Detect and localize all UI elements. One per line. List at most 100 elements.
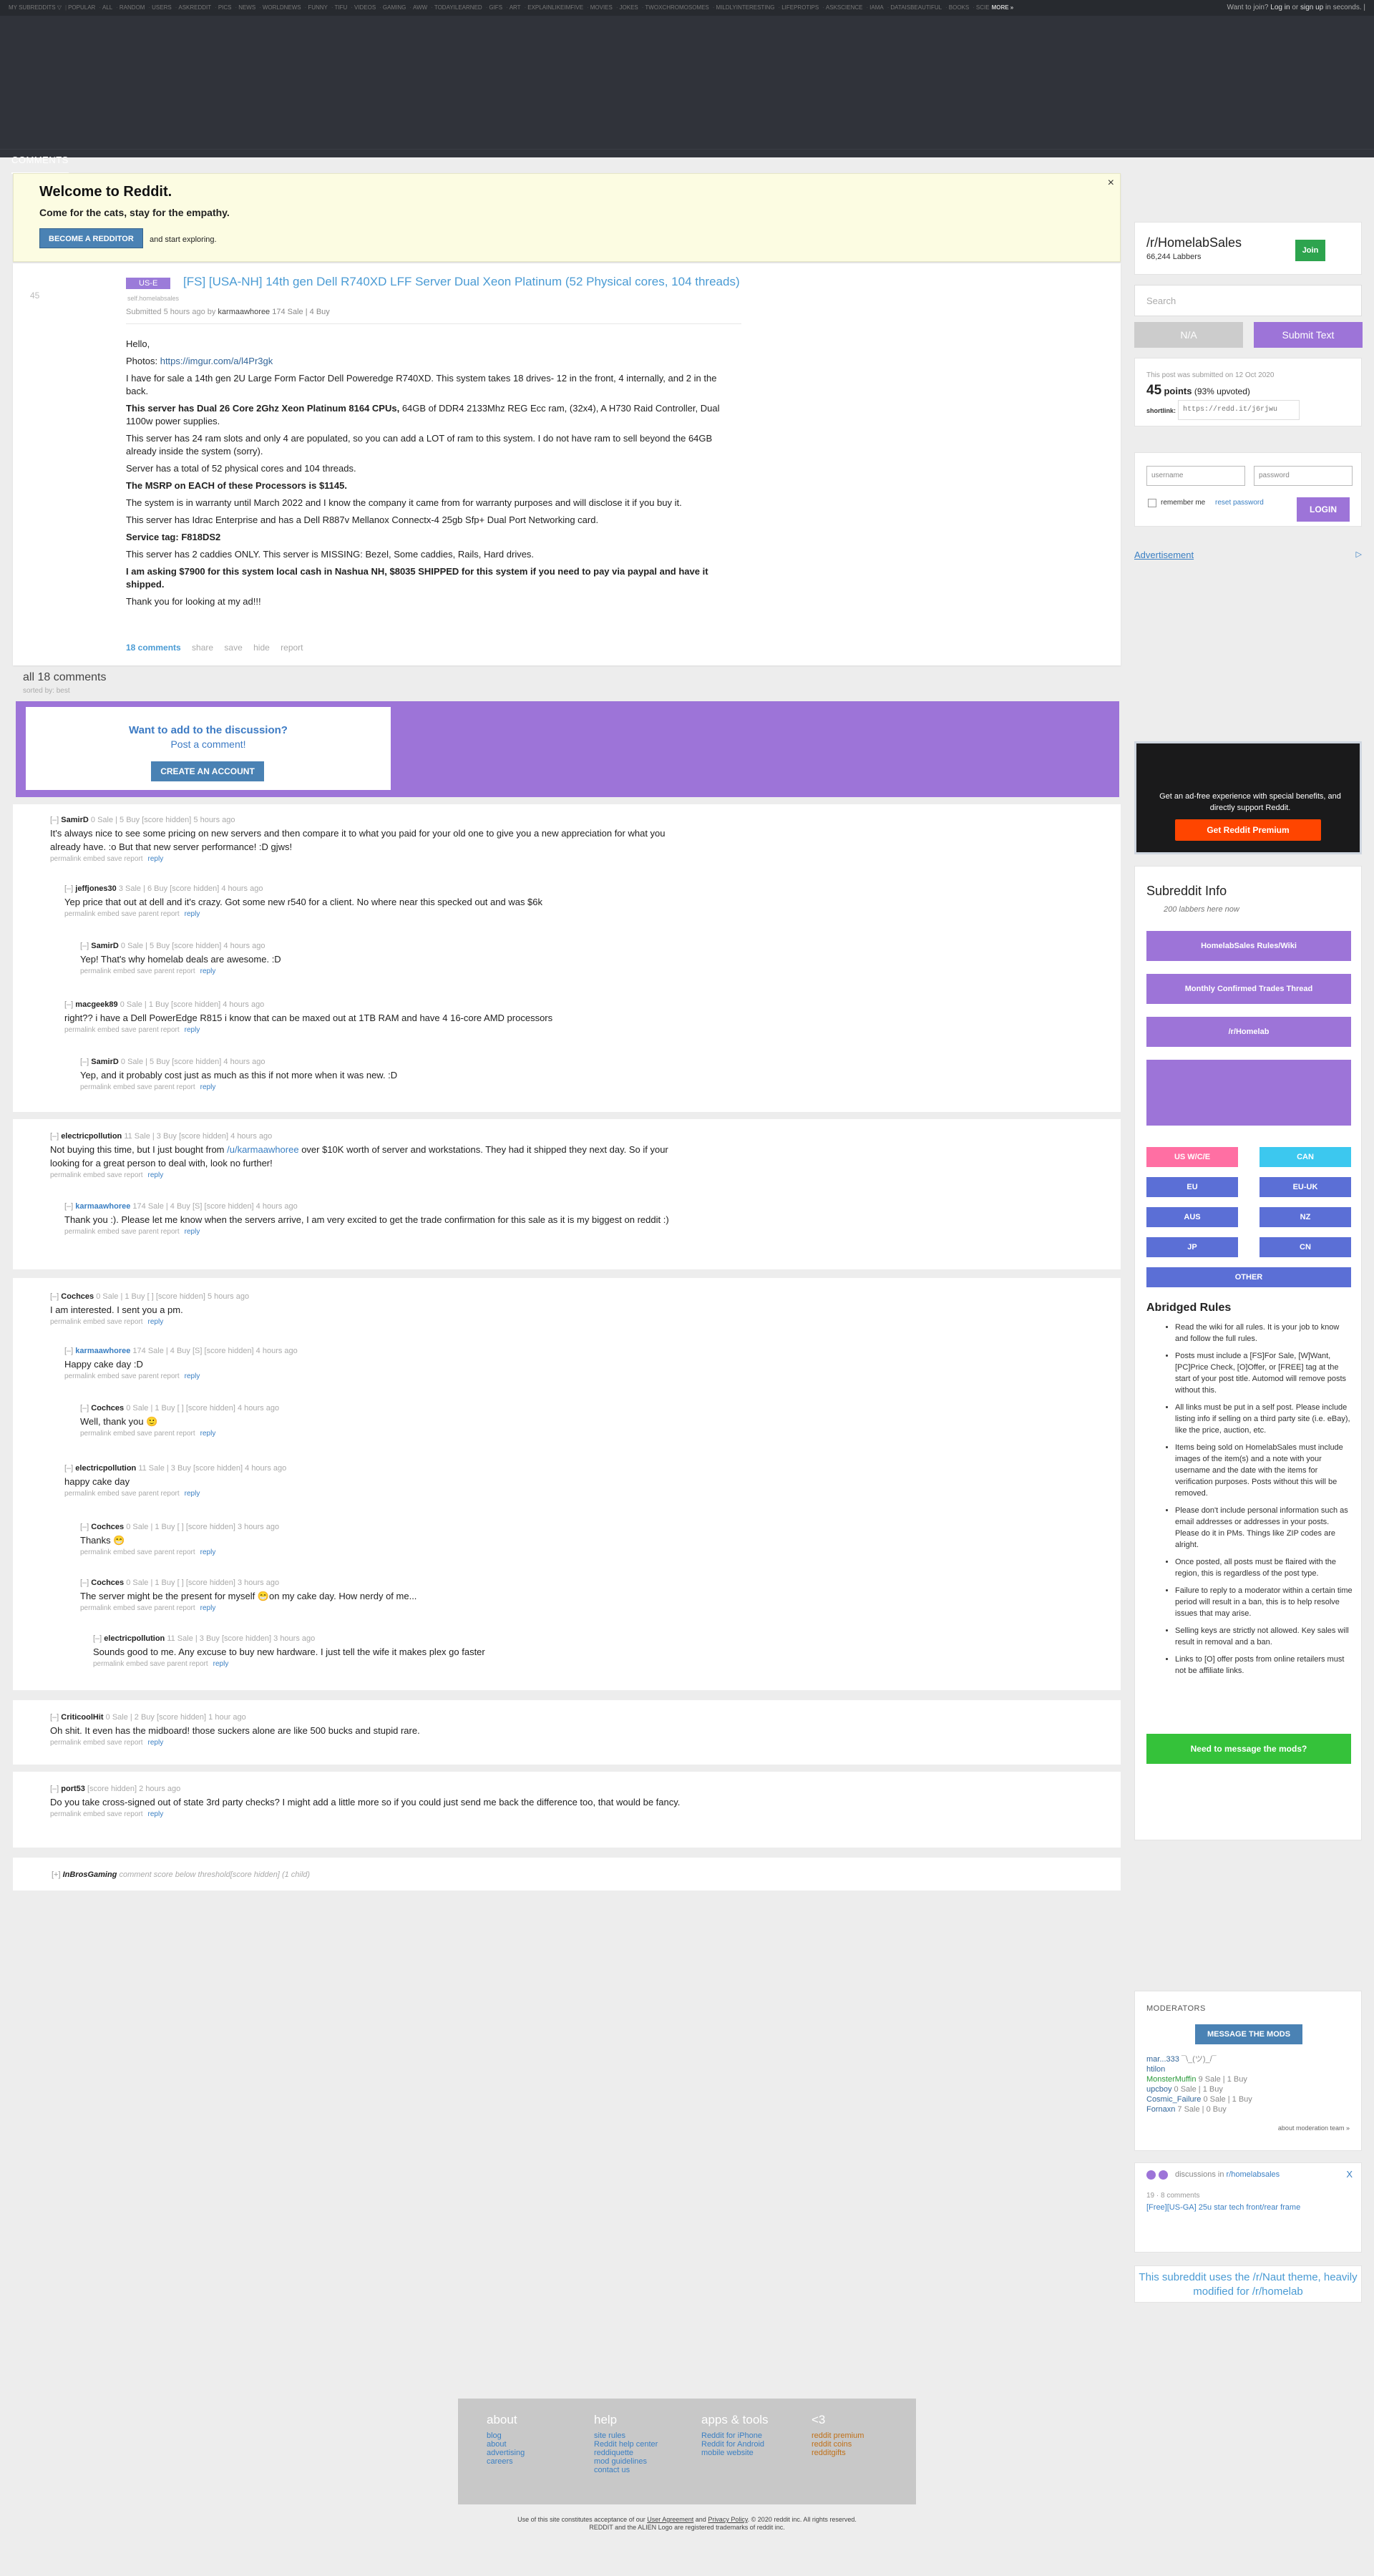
- footer-link[interactable]: contact us: [594, 2466, 658, 2474]
- comment-author[interactable]: electricpollution: [75, 1464, 136, 1473]
- footer-link[interactable]: redditgifts: [812, 2449, 864, 2457]
- footer-link[interactable]: reddiquette: [594, 2449, 658, 2457]
- subreddit-link[interactable]: FUNNY: [308, 4, 328, 11]
- collapse-toggle[interactable]: [–]: [64, 1000, 73, 1009]
- subreddit-link[interactable]: JOKES: [620, 4, 638, 11]
- more-subreddits-link[interactable]: MORE »: [992, 4, 1014, 11]
- subreddit-link[interactable]: RANDOM: [120, 4, 145, 11]
- comment-author[interactable]: macgeek89: [75, 1000, 117, 1009]
- moderator-name[interactable]: Cosmic_Failure: [1146, 2095, 1201, 2104]
- reply-link[interactable]: reply: [213, 1660, 229, 1668]
- comment-action-links[interactable]: permalink embed save parent report: [80, 967, 195, 975]
- collapse-toggle[interactable]: [–]: [50, 816, 59, 824]
- subreddit-link[interactable]: USERS: [152, 4, 172, 11]
- comment-action-links[interactable]: permalink embed save parent report: [80, 1604, 195, 1612]
- footer-link[interactable]: advertising: [487, 2449, 525, 2457]
- region-flair-button[interactable]: JP: [1146, 1237, 1238, 1257]
- reply-link[interactable]: reply: [200, 1548, 216, 1556]
- discussions-subreddit-link[interactable]: r/homelabsales: [1227, 2170, 1280, 2179]
- footer-link[interactable]: reddit coins: [812, 2440, 864, 2449]
- reply-link[interactable]: reply: [148, 1318, 164, 1326]
- comment-author[interactable]: SamirD: [91, 1058, 119, 1066]
- footer-link[interactable]: Reddit help center: [594, 2440, 658, 2449]
- username-field[interactable]: username: [1146, 466, 1245, 486]
- subreddit-link[interactable]: ALL: [102, 4, 112, 11]
- login-link[interactable]: Log in: [1270, 4, 1290, 11]
- subreddit-link[interactable]: EXPLAINLIKEIMFIVE: [527, 4, 583, 11]
- sidebar-link-button[interactable]: Monthly Confirmed Trades Thread: [1146, 974, 1351, 1004]
- reply-link[interactable]: reply: [185, 1490, 200, 1498]
- collapse-toggle[interactable]: [–]: [80, 1058, 89, 1066]
- collapse-toggle[interactable]: [–]: [80, 1404, 89, 1413]
- collapse-toggle[interactable]: [–]: [64, 1202, 73, 1211]
- collapse-toggle[interactable]: [–]: [64, 1464, 73, 1473]
- sort-selector[interactable]: sorted by: best: [23, 687, 70, 695]
- comment-action-links[interactable]: permalink embed save parent report: [80, 1548, 195, 1556]
- subreddit-link[interactable]: SCIE: [976, 4, 990, 11]
- reply-link[interactable]: reply: [200, 1430, 216, 1438]
- subreddit-name[interactable]: /r/HomelabSales: [1146, 235, 1242, 250]
- comment-author[interactable]: SamirD: [91, 942, 119, 950]
- subreddit-link[interactable]: NEWS: [238, 4, 255, 11]
- reply-link[interactable]: reply: [148, 1810, 164, 1818]
- message-mods-button[interactable]: Need to message the mods?: [1146, 1734, 1351, 1764]
- collapse-toggle[interactable]: [–]: [80, 1579, 89, 1587]
- region-flair-button[interactable]: AUS: [1146, 1207, 1238, 1227]
- save-link[interactable]: save: [224, 643, 242, 653]
- become-redditor-button[interactable]: BECOME A REDDITOR: [39, 228, 143, 248]
- subreddit-link[interactable]: ASKREDDIT: [178, 4, 211, 11]
- shortlink-field[interactable]: https://redd.it/j6rjwu: [1178, 400, 1300, 420]
- get-premium-button[interactable]: Get Reddit Premium: [1175, 819, 1321, 841]
- footer-link[interactable]: Reddit for Android: [701, 2440, 769, 2449]
- collapse-toggle[interactable]: [–]: [80, 942, 89, 950]
- comment-author[interactable]: Cochces: [91, 1404, 124, 1413]
- subreddit-link[interactable]: AWW: [413, 4, 427, 11]
- na-button[interactable]: N/A: [1134, 322, 1243, 348]
- reply-link[interactable]: reply: [185, 910, 200, 918]
- comment-action-links[interactable]: permalink embed save report: [50, 855, 143, 863]
- footer-link[interactable]: mobile website: [701, 2449, 769, 2457]
- comment-action-links[interactable]: permalink embed save report: [50, 1171, 143, 1179]
- comment-action-links[interactable]: permalink embed save report: [50, 1810, 143, 1818]
- post-comment-link[interactable]: Post a comment!: [26, 738, 391, 750]
- comment-action-links[interactable]: permalink embed save parent report: [64, 1490, 180, 1498]
- privacy-policy-link[interactable]: Privacy Policy: [708, 2516, 747, 2523]
- subreddit-link[interactable]: PICS: [218, 4, 232, 11]
- subreddit-link[interactable]: BOOKS: [949, 4, 969, 11]
- photos-link[interactable]: https://imgur.com/a/l4Pr3gk: [160, 356, 273, 366]
- search-input[interactable]: Search: [1134, 285, 1362, 316]
- reset-password-link[interactable]: reset password: [1215, 499, 1264, 507]
- footer-link[interactable]: blog: [487, 2431, 525, 2440]
- subreddit-link[interactable]: VIDEOS: [354, 4, 376, 11]
- sidebar-link-button[interactable]: HomelabSales Rules/Wiki: [1146, 931, 1351, 961]
- collapse-toggle[interactable]: [–]: [64, 884, 73, 893]
- sidebar-link-button[interactable]: /r/Homelab: [1146, 1017, 1351, 1047]
- share-link[interactable]: share: [192, 643, 213, 653]
- reply-link[interactable]: reply: [200, 1083, 216, 1091]
- user-agreement-link[interactable]: User Agreement: [647, 2516, 693, 2523]
- footer-link[interactable]: careers: [487, 2457, 525, 2466]
- region-flair-button[interactable]: EU: [1146, 1177, 1238, 1197]
- signup-link[interactable]: sign up: [1300, 4, 1323, 11]
- message-the-mods-button[interactable]: MESSAGE THE MODS: [1195, 2024, 1302, 2044]
- reply-link[interactable]: reply: [185, 1228, 200, 1236]
- login-button[interactable]: LOGIN: [1297, 497, 1350, 522]
- comment-action-links[interactable]: permalink embed save report: [50, 1739, 143, 1747]
- subreddit-link[interactable]: MILDLYINTERESTING: [716, 4, 774, 11]
- report-link[interactable]: report: [281, 643, 303, 653]
- subreddit-link[interactable]: IAMA: [869, 4, 884, 11]
- subreddit-link[interactable]: GIFS: [489, 4, 502, 11]
- sidebar-banner-block[interactable]: [1146, 1060, 1351, 1126]
- subreddit-link[interactable]: TIFU: [335, 4, 348, 11]
- create-account-button[interactable]: CREATE AN ACCOUNT: [151, 761, 264, 781]
- close-icon[interactable]: ×: [1108, 177, 1114, 190]
- comment-action-links[interactable]: permalink embed save parent report: [64, 1026, 180, 1034]
- join-button[interactable]: Join: [1295, 240, 1325, 261]
- subreddit-link[interactable]: TODAYILEARNED: [434, 4, 482, 11]
- post-title[interactable]: [FS] [USA-NH] 14th gen Dell R740XD LFF S…: [183, 275, 740, 289]
- region-other-button[interactable]: OTHER: [1146, 1267, 1351, 1287]
- region-flair-button[interactable]: NZ: [1260, 1207, 1351, 1227]
- comment-author[interactable]: Cochces: [61, 1292, 94, 1301]
- comment-action-links[interactable]: permalink embed save parent report: [64, 1228, 180, 1236]
- subreddit-link[interactable]: MOVIES: [590, 4, 613, 11]
